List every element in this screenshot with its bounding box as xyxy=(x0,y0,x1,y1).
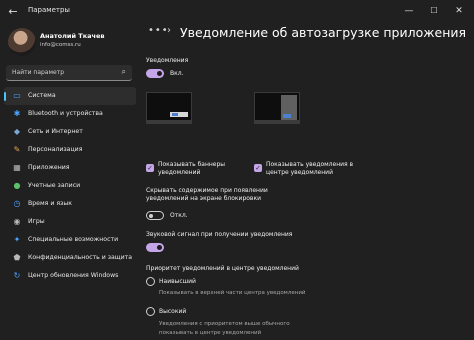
search-icon[interactable]: ⌕ xyxy=(122,67,126,77)
search-placeholder: Найти параметр xyxy=(12,69,64,76)
sidebar-item-10[interactable]: ↻ Центр обновления Windows xyxy=(4,267,136,285)
priority-high-desc: Уведомления с приоритетом выше обычного … xyxy=(159,321,290,336)
sidebar-item-label: Учетные записи xyxy=(28,182,81,189)
user-email: info@comss.ru xyxy=(40,42,81,48)
update-icon: ↻ xyxy=(13,271,21,280)
sidebar-item-0[interactable]: ▭ Система xyxy=(4,87,136,105)
monitor-icon: ▭ xyxy=(13,91,21,100)
sidebar-item-8[interactable]: ✦ Специальные возможности xyxy=(4,231,136,249)
priority-highest-radio[interactable] xyxy=(146,277,155,286)
hide-on-lock-toggle[interactable] xyxy=(146,211,164,220)
priority-high-label: Высокий xyxy=(159,308,187,315)
sidebar-item-label: Система xyxy=(28,92,56,99)
minimize-button[interactable]: — xyxy=(396,0,422,24)
notification-center-preview xyxy=(281,95,297,121)
chevron-right-icon: › xyxy=(167,25,171,36)
apps-icon: ▦ xyxy=(13,163,21,172)
sidebar-item-label: Приложения xyxy=(28,164,70,171)
show-banners-label: Показывать баннеры уведомлений xyxy=(158,161,226,176)
taskbar-preview xyxy=(147,120,191,123)
center-preview-image xyxy=(254,92,300,124)
title-bar: ← Параметры — ☐ ✕ xyxy=(0,0,474,24)
globe-clock-icon: ◷ xyxy=(13,199,21,208)
gamepad-icon: ◉ xyxy=(13,217,21,226)
user-name: Анатолий Ткачев xyxy=(40,32,105,40)
sidebar-item-label: Персонализация xyxy=(28,146,83,153)
hide-on-lock-state: Откл. xyxy=(170,212,188,219)
show-banners-checkbox[interactable]: ✓ xyxy=(146,164,154,172)
sidebar-item-label: Время и язык xyxy=(28,200,72,207)
window-title: Параметры xyxy=(28,6,70,14)
notifications-toggle[interactable] xyxy=(146,69,164,78)
sidebar-item-4[interactable]: ▦ Приложения xyxy=(4,159,136,177)
sidebar-item-1[interactable]: ✱ Bluetooth и устройства xyxy=(4,105,136,123)
sidebar: Анатолий Ткачев info@comss.ru Найти пара… xyxy=(0,24,138,340)
accessibility-icon: ✦ xyxy=(13,235,21,244)
sound-label: Звуковой сигнал при получении уведомлени… xyxy=(146,231,293,238)
notifications-state: Вкл. xyxy=(170,70,184,77)
sidebar-item-label: Конфиденциальность и защита xyxy=(28,254,133,261)
breadcrumb-more-button[interactable]: ••• xyxy=(148,25,169,36)
bluetooth-icon: ✱ xyxy=(13,109,21,118)
priority-heading: Приоритет уведомлений в центре уведомлен… xyxy=(146,265,299,272)
sidebar-nav: ▭ Система ✱ Bluetooth и устройства ◆ Сеть и И… xyxy=(0,87,138,285)
banner-preview-image xyxy=(146,92,192,124)
priority-highest-desc: Показывать в верхней части центра уведом… xyxy=(159,290,306,296)
sidebar-item-7[interactable]: ◉ Игры xyxy=(4,213,136,231)
sidebar-item-2[interactable]: ◆ Сеть и Интернет xyxy=(4,123,136,141)
priority-high-radio[interactable] xyxy=(146,307,155,316)
sidebar-item-9[interactable]: ⬟ Конфиденциальность и защита xyxy=(4,249,136,267)
toast-preview xyxy=(170,112,188,117)
brush-icon: ✎ xyxy=(13,145,21,154)
main-content: ••• › Уведомление об автозагрузке прилож… xyxy=(138,24,474,340)
active-indicator xyxy=(4,92,6,101)
sidebar-item-6[interactable]: ◷ Время и язык xyxy=(4,195,136,213)
sound-toggle[interactable] xyxy=(146,243,164,252)
notifications-label: Уведомления xyxy=(146,57,189,64)
avatar[interactable] xyxy=(8,28,36,56)
sidebar-item-3[interactable]: ✎ Персонализация xyxy=(4,141,136,159)
person-icon: ● xyxy=(13,181,21,190)
close-button[interactable]: ✕ xyxy=(446,0,472,24)
priority-highest-label: Наивысший xyxy=(159,278,196,285)
page-title: Уведомление об автозагрузке приложения xyxy=(180,25,467,40)
sidebar-item-label: Игры xyxy=(28,218,45,225)
sidebar-item-label: Центр обновления Windows xyxy=(28,272,119,279)
sidebar-item-label: Сеть и Интернет xyxy=(28,128,83,135)
show-in-center-label: Показывать уведомления в центре уведомле… xyxy=(266,161,354,176)
shield-icon: ⬟ xyxy=(13,253,21,262)
sidebar-item-label: Специальные возможности xyxy=(28,236,119,243)
maximize-button[interactable]: ☐ xyxy=(421,0,447,24)
show-in-center-checkbox[interactable]: ✓ xyxy=(254,164,262,172)
sidebar-item-label: Bluetooth и устройства xyxy=(28,110,103,117)
taskbar-preview xyxy=(255,120,299,123)
hide-on-lock-label: Скрывать содержимое при появлении уведом… xyxy=(146,187,268,202)
sidebar-item-5[interactable]: ● Учетные записи xyxy=(4,177,136,195)
network-icon: ◆ xyxy=(13,127,21,136)
search-input[interactable]: Найти параметр ⌕ xyxy=(6,65,132,81)
back-arrow-icon[interactable]: ← xyxy=(6,5,20,19)
